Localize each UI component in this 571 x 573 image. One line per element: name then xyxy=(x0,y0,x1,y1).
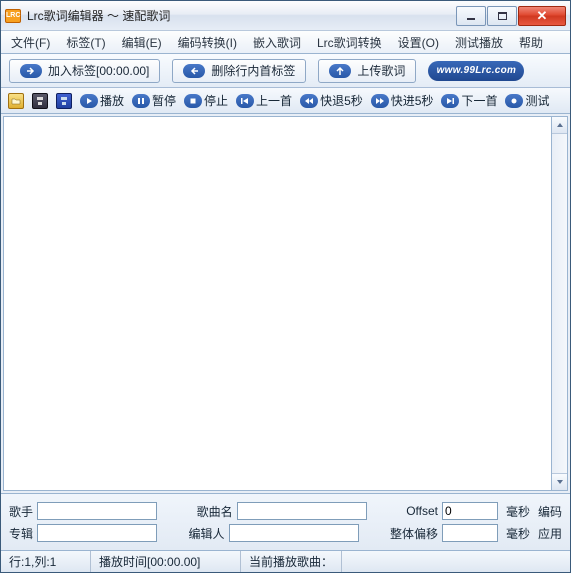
minimize-button[interactable] xyxy=(456,6,486,26)
delete-first-tag-button[interactable]: 删除行内首标签 xyxy=(172,59,306,83)
window-title: Lrc歌词编辑器 ～ 速配歌词 xyxy=(27,7,456,24)
offset-input[interactable] xyxy=(442,502,498,520)
stop-button[interactable]: 停止 xyxy=(181,91,231,111)
menu-test[interactable]: 测试播放 xyxy=(447,32,511,53)
upload-lyrics-label: 上传歌词 xyxy=(357,62,405,79)
shift-input[interactable] xyxy=(442,524,498,542)
menu-edit[interactable]: 编辑(E) xyxy=(114,32,170,53)
maximize-button[interactable] xyxy=(487,6,517,26)
menu-embed[interactable]: 嵌入歌词 xyxy=(245,32,309,53)
album-input[interactable] xyxy=(37,524,157,542)
add-tag-button[interactable]: 加入标签[00:00.00] xyxy=(9,59,160,83)
menubar: 文件(F) 标签(T) 编辑(E) 编码转换(I) 嵌入歌词 Lrc歌词转换 设… xyxy=(1,31,570,54)
author-label: 编辑人 xyxy=(188,525,224,542)
play-icon xyxy=(80,94,98,108)
menu-file[interactable]: 文件(F) xyxy=(3,32,58,53)
menu-convert[interactable]: Lrc歌词转换 xyxy=(309,32,390,53)
forward-5s-button[interactable]: 快进5秒 xyxy=(368,91,437,111)
stop-icon xyxy=(184,94,202,108)
rewind-5s-button[interactable]: 快退5秒 xyxy=(297,91,366,111)
prev-icon xyxy=(236,94,254,108)
arrow-up-icon xyxy=(329,64,351,78)
open-icon xyxy=(8,93,24,109)
pause-button[interactable]: 暂停 xyxy=(129,91,179,111)
apply-label[interactable]: 应用 xyxy=(538,525,562,542)
toolbar-secondary: 播放 暂停 停止 上一首 快退5秒 快进5秒 下一首 测试 xyxy=(1,88,570,114)
add-tag-label: 加入标签[00:00.00] xyxy=(48,62,149,79)
singer-label: 歌手 xyxy=(9,503,33,520)
encoding-label[interactable]: 编码 xyxy=(538,503,562,520)
save-button[interactable] xyxy=(29,91,51,111)
app-icon: LRC xyxy=(5,9,21,23)
shift-label: 整体偏移 xyxy=(390,525,438,542)
record-icon xyxy=(505,94,523,108)
delete-first-tag-label: 删除行内首标签 xyxy=(211,62,295,79)
metadata-panel: 歌手 歌曲名 Offset 毫秒 编码 专辑 编辑人 整体偏移 毫秒 应用 xyxy=(1,493,570,550)
ms-label-2: 毫秒 xyxy=(506,525,530,542)
vertical-scrollbar[interactable] xyxy=(551,116,568,491)
author-input[interactable] xyxy=(229,524,359,542)
upload-lyrics-button[interactable]: 上传歌词 xyxy=(318,59,416,83)
scroll-down-button[interactable] xyxy=(552,473,567,490)
toolbar-primary: 加入标签[00:00.00] 删除行内首标签 上传歌词 www.99Lrc.co… xyxy=(1,54,570,88)
logo-badge[interactable]: www.99Lrc.com xyxy=(428,61,524,81)
statusbar: 行:1,列:1 播放时间[00:00.00] 当前播放歌曲： xyxy=(1,550,570,572)
menu-help[interactable]: 帮助 xyxy=(511,32,551,53)
save-icon xyxy=(32,93,48,109)
rewind-icon xyxy=(300,94,318,108)
save-as-icon xyxy=(56,93,72,109)
album-label: 专辑 xyxy=(9,525,33,542)
pause-icon xyxy=(132,94,150,108)
ms-label: 毫秒 xyxy=(506,503,530,520)
next-icon xyxy=(441,94,459,108)
arrow-right-icon xyxy=(20,64,42,78)
editor-area xyxy=(1,114,570,493)
offset-label: Offset xyxy=(406,504,438,518)
scroll-up-button[interactable] xyxy=(552,117,567,134)
close-button[interactable]: ✕ xyxy=(518,6,566,26)
arrow-left-icon xyxy=(183,64,205,78)
song-input[interactable] xyxy=(237,502,367,520)
titlebar[interactable]: LRC Lrc歌词编辑器 ～ 速配歌词 ✕ xyxy=(1,1,570,31)
prev-track-button[interactable]: 上一首 xyxy=(233,91,295,111)
forward-icon xyxy=(371,94,389,108)
save-as-button[interactable] xyxy=(53,91,75,111)
app-window: LRC Lrc歌词编辑器 ～ 速配歌词 ✕ 文件(F) 标签(T) 编辑(E) … xyxy=(0,0,571,573)
menu-tag[interactable]: 标签(T) xyxy=(58,32,113,53)
status-playtime: 播放时间[00:00.00] xyxy=(91,551,241,572)
play-button[interactable]: 播放 xyxy=(77,91,127,111)
menu-encoding[interactable]: 编码转换(I) xyxy=(170,32,245,53)
lyrics-editor[interactable] xyxy=(3,116,551,491)
scroll-track[interactable] xyxy=(552,134,567,473)
open-button[interactable] xyxy=(5,91,27,111)
test-play-button[interactable]: 测试 xyxy=(502,91,552,111)
singer-input[interactable] xyxy=(37,502,157,520)
status-current-song: 当前播放歌曲： xyxy=(241,551,342,572)
next-track-button[interactable]: 下一首 xyxy=(438,91,500,111)
status-cursor-pos: 行:1,列:1 xyxy=(1,551,91,572)
menu-settings[interactable]: 设置(O) xyxy=(390,32,447,53)
song-label: 歌曲名 xyxy=(197,503,233,520)
